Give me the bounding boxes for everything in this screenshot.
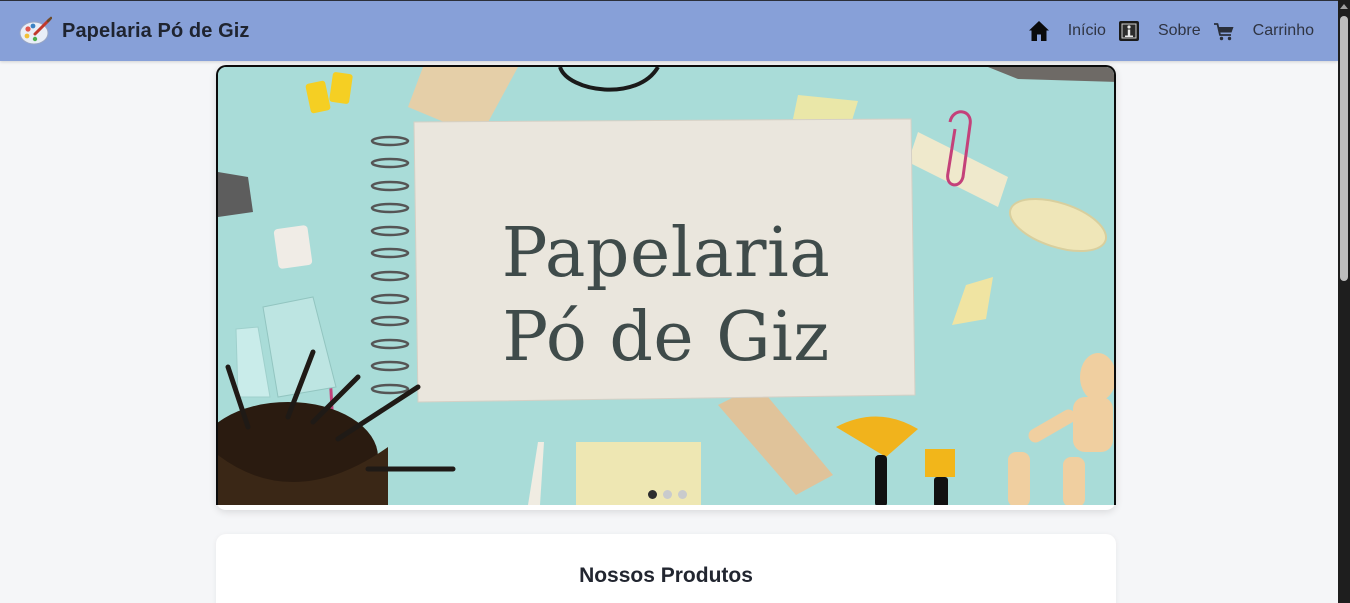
nav-item-inicio[interactable]: Início [1028,20,1106,42]
carousel-dot-3[interactable] [678,490,687,499]
scroll-up-arrow-icon[interactable] [1340,4,1348,9]
hero-title: Papelaria Pó de Giz [416,212,916,380]
navbar: Papelaria Pó de Giz Início Sobre Carrinh… [0,1,1338,61]
nav-item-carrinho[interactable]: Carrinho [1213,20,1314,42]
carousel-dot-1[interactable] [648,490,657,499]
main-nav: Início Sobre Carrinho [1028,20,1314,42]
scrollbar-thumb[interactable] [1340,16,1348,281]
nav-item-sobre[interactable]: Sobre [1118,20,1201,42]
hero-title-line2: Pó de Giz [502,298,830,377]
products-title: Nossos Produtos [579,564,753,587]
hero-carousel: Papelaria Pó de Giz [216,65,1116,510]
nav-label-sobre: Sobre [1157,22,1201,39]
palette-brush-icon [18,16,53,46]
nav-label-carrinho: Carrinho [1252,22,1314,39]
vertical-scrollbar[interactable] [1338,0,1350,603]
nav-label-inicio: Início [1067,22,1106,39]
cart-icon [1213,20,1235,42]
window-top-border [0,0,1338,1]
home-icon [1028,20,1050,42]
brand-name: Papelaria Pó de Giz [62,19,250,42]
carousel-dot-2[interactable] [663,490,672,499]
carousel-slide: Papelaria Pó de Giz [216,65,1116,505]
hero-title-line1: Papelaria [501,214,831,293]
carousel-indicators [648,490,693,499]
brand-link[interactable]: Papelaria Pó de Giz [18,16,250,46]
products-section: Nossos Produtos [216,534,1116,603]
info-icon [1118,20,1140,42]
